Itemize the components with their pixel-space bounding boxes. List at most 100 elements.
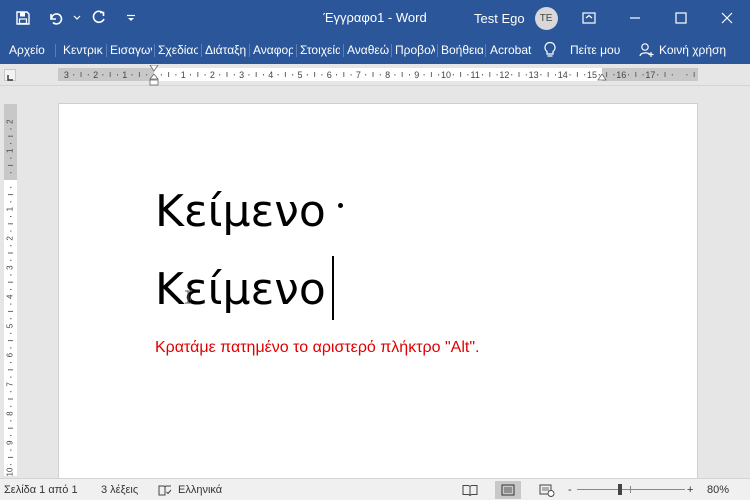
text-cursor [332, 256, 334, 320]
vertical-ruler-tick [10, 259, 12, 261]
zoom-level[interactable]: 80% [707, 479, 729, 500]
ribbon-tabs: Αρχείο Κεντρική Εισαγωγή Σχεδίαση Διάταξ… [0, 36, 750, 64]
tab-file[interactable]: Αρχείο [9, 36, 49, 64]
vertical-ruler-tick [8, 281, 13, 283]
word-count[interactable]: 3 λέξεις [101, 479, 138, 500]
tab-references[interactable]: Αναφορές [253, 36, 293, 64]
ruler-label: 12 [499, 70, 509, 80]
print-layout-button[interactable] [495, 481, 521, 499]
vertical-ruler-tick [10, 201, 12, 203]
minimize-button[interactable] [612, 0, 658, 36]
ruler-tick [175, 74, 177, 76]
horizontal-ruler[interactable]: 3 2 1 1 2 3 4 5 6 7 8 9 10 11 12 13 14 15 16 17 [58, 65, 698, 86]
window-title: Έγγραφο1 - Word [323, 10, 427, 25]
ruler-label: 7 [356, 70, 361, 80]
tell-me-search[interactable]: Πείτε μου [570, 36, 630, 64]
save-button[interactable] [8, 3, 38, 33]
ruler-tick [511, 74, 513, 76]
document-line-1[interactable]: Κείμενο [155, 186, 326, 237]
close-button[interactable] [704, 0, 750, 36]
ribbon-display-options-button[interactable] [566, 0, 612, 36]
ruler-tick [686, 74, 688, 76]
document-canvas[interactable]: Κείμενο Κείμενο Κρατάμε πατημένο το αρισ… [22, 86, 750, 500]
ruler-tick [365, 74, 367, 76]
zoom-in-button[interactable]: + [687, 479, 693, 500]
hanging-indent-marker[interactable] [149, 74, 159, 86]
vertical-ruler-tick [8, 340, 13, 342]
tab-layout[interactable]: Διάταξη [205, 36, 247, 64]
right-indent-marker[interactable] [597, 74, 607, 82]
vertical-ruler-tick [10, 435, 12, 436]
read-mode-button[interactable] [457, 481, 483, 499]
ruler-tick [131, 74, 133, 76]
ruler-label: 2 [93, 70, 98, 80]
page-count[interactable]: Σελίδα 1 από 1 [4, 479, 78, 500]
ruler-tick [204, 74, 206, 76]
tab-mailings[interactable]: Στοιχεία [300, 36, 340, 64]
ruler-tick [489, 72, 491, 77]
ruler-label: 6 [327, 70, 332, 80]
user-account[interactable]: Test Ego TE [474, 0, 558, 36]
ruler-label: 14 [558, 70, 568, 80]
tab-insert[interactable]: Εισαγωγή [110, 36, 152, 64]
language-indicator[interactable]: Ελληνικά [178, 479, 222, 500]
tab-review[interactable]: Αναθεώρηση [347, 36, 389, 64]
zoom-slider-midpoint [630, 486, 631, 493]
tab-design[interactable]: Σχεδίαση [158, 36, 198, 64]
ruler-tick [102, 74, 104, 76]
redo-button[interactable] [84, 3, 114, 33]
document-line-2[interactable]: Κείμενο [155, 264, 326, 315]
first-line-indent-marker[interactable] [149, 65, 159, 73]
ruler-tick [87, 74, 89, 76]
share-button[interactable]: Κοινή χρήση [659, 36, 744, 64]
maximize-icon [675, 12, 687, 24]
vertical-ruler-ticks: 2 1 1 2 3 4 5 6 7 8 9 10 [6, 119, 15, 476]
ruler-tick [160, 74, 162, 76]
zoom-out-button[interactable]: - [568, 479, 572, 500]
vertical-ruler-label: 10 [6, 467, 15, 476]
user-name: Test Ego [474, 10, 525, 26]
vertical-ruler-tick [10, 464, 12, 466]
vertical-ruler-tick [10, 376, 12, 378]
tab-home[interactable]: Κεντρική [63, 36, 103, 64]
zoom-slider-thumb[interactable] [618, 484, 622, 495]
web-layout-icon [539, 484, 555, 497]
ruler-tick [693, 72, 695, 77]
ruler-tick [138, 72, 140, 77]
maximize-button[interactable] [658, 0, 704, 36]
undo-dropdown-button[interactable] [72, 3, 82, 33]
vertical-ruler-tick [10, 405, 12, 407]
tab-view[interactable]: Προβολή [395, 36, 435, 64]
lightbulb-icon[interactable] [543, 36, 557, 64]
vertical-ruler-label: 9 [6, 440, 15, 445]
ribbon-display-icon [582, 12, 596, 24]
ruler-tick [197, 72, 199, 77]
web-layout-button[interactable] [534, 481, 560, 499]
ruler-tick [146, 74, 148, 76]
vertical-ruler-tick [8, 398, 13, 400]
tab-help[interactable]: Βοήθεια [441, 36, 483, 64]
share-icon[interactable] [639, 36, 655, 64]
ruler-tick [336, 74, 337, 76]
ruler-tick [430, 72, 432, 77]
undo-dropdown-icon [73, 15, 81, 20]
ruler-label: 3 [64, 70, 69, 80]
vertical-ruler-label: 5 [6, 323, 15, 328]
proofing-icon[interactable] [158, 479, 172, 500]
tab-separator [437, 44, 438, 57]
undo-button[interactable] [40, 3, 70, 33]
customize-qat-button[interactable] [116, 3, 146, 33]
ruler-tick [321, 74, 323, 76]
ruler-tick [613, 74, 615, 76]
ruler-tick [168, 72, 170, 77]
ruler-tick [540, 74, 542, 76]
zoom-slider-track[interactable] [577, 489, 685, 490]
tab-acrobat[interactable]: Acrobat [490, 36, 532, 64]
spellcheck-book-icon [158, 485, 172, 496]
ruler-tick [642, 74, 644, 76]
vertical-ruler[interactable]: 2 1 1 2 3 4 5 6 7 8 9 10 [4, 104, 17, 476]
ruler-tick [372, 72, 374, 77]
document-page[interactable]: Κείμενο Κείμενο Κρατάμε πατημένο το αρισ… [58, 103, 698, 500]
tab-stop-selector[interactable] [4, 69, 16, 81]
vertical-ruler-label: 3 [6, 265, 15, 270]
